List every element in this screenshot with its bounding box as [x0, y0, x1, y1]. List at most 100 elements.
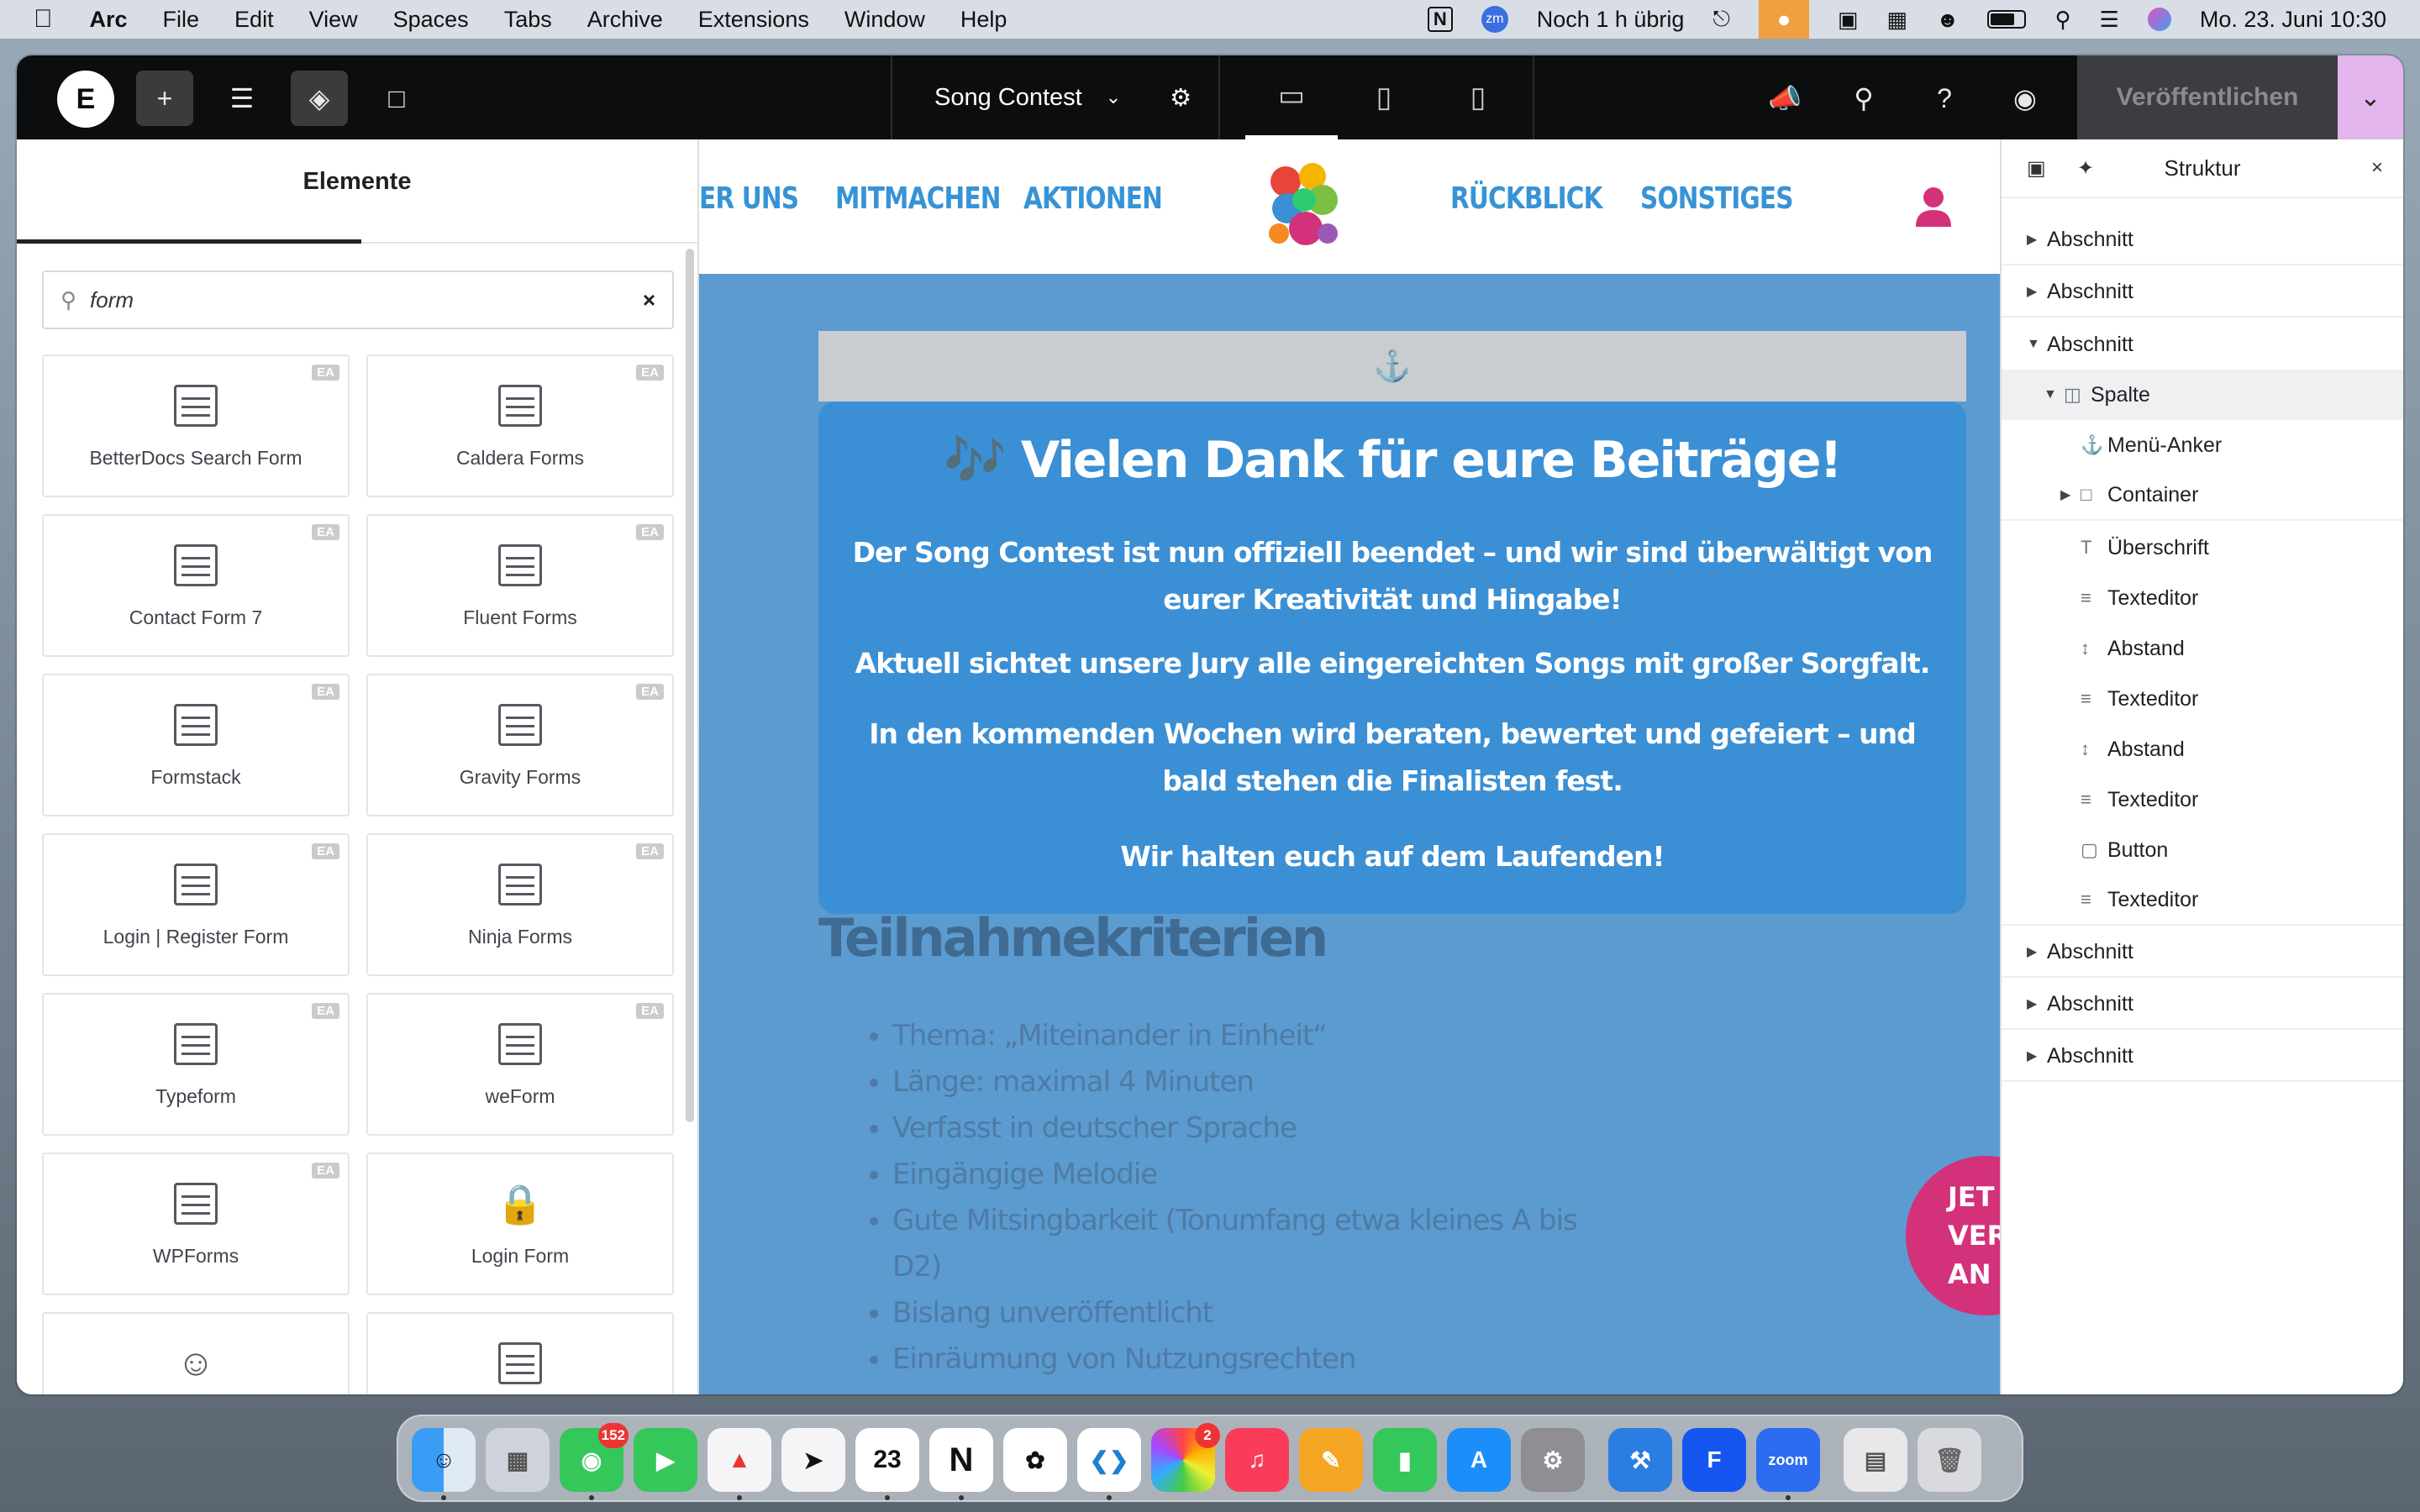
structure-item-abschnitt[interactable]: ▶ Abschnitt	[2002, 1032, 2403, 1082]
structure-item-abschnitt[interactable]: ▶ Abschnitt	[2002, 267, 2403, 318]
caret-right-icon[interactable]: ▶	[2027, 995, 2047, 1012]
widget-partial-1[interactable]: ☺	[42, 1312, 350, 1394]
site-settings-button[interactable]: ☰	[213, 71, 271, 126]
airpods-icon[interactable]: ⎋	[1712, 6, 1730, 33]
comments-button[interactable]: □	[368, 71, 425, 126]
app-store-icon[interactable]: A	[1447, 1428, 1511, 1492]
structure-item-abschnitt[interactable]: ▶ Abschnitt	[2002, 927, 2403, 978]
menu-help[interactable]: Help	[960, 7, 1007, 33]
widget-search-input[interactable]: ⚲ form ×	[42, 270, 674, 329]
menu-archive[interactable]: Archive	[587, 7, 663, 33]
structure-item-texteditor[interactable]: ≡ Texteditor	[2002, 875, 2403, 926]
widget-caldera-forms[interactable]: EA Caldera Forms	[366, 354, 674, 497]
menu-spaces[interactable]: Spaces	[393, 7, 469, 33]
trash-icon[interactable]: 🗑	[1918, 1428, 1981, 1492]
structure-button[interactable]: ◈	[291, 71, 348, 126]
calendar-icon[interactable]: 23	[855, 1428, 919, 1492]
vscode-icon[interactable]: ❮❯	[1077, 1428, 1141, 1492]
elementor-logo-icon[interactable]: E	[57, 71, 114, 128]
zoom-status-icon[interactable]: zm	[1481, 6, 1508, 33]
desktop-view-button[interactable]: ▭	[1245, 55, 1338, 139]
nav-item-rueckblick[interactable]: RÜCKBLICK	[1450, 181, 1603, 216]
widget-gravity-forms[interactable]: EA Gravity Forms	[366, 674, 674, 816]
caret-down-icon[interactable]: ▼	[2044, 387, 2064, 402]
control-center-icon[interactable]: ☰	[2100, 7, 2119, 33]
numbers-icon[interactable]: ▮	[1373, 1428, 1437, 1492]
structure-item-container[interactable]: ▶ □ Container	[2002, 470, 2403, 521]
battery-time-text[interactable]: Noch 1 h übrig	[1537, 7, 1685, 33]
structure-item-button[interactable]: ▢ Button	[2002, 825, 2403, 875]
telegram-send-icon[interactable]: ➤	[781, 1428, 845, 1492]
structure-item-texteditor[interactable]: ≡ Texteditor	[2002, 573, 2403, 623]
photos-icon[interactable]: 2	[1151, 1423, 1220, 1492]
help-button[interactable]: ?	[1916, 71, 1973, 126]
widget-betterdocs-search-form[interactable]: EA BetterDocs Search Form	[42, 354, 350, 497]
documents-stack-icon[interactable]: ▤	[1844, 1428, 1907, 1492]
finder-search-button[interactable]: ⚲	[1835, 71, 1892, 126]
page-settings-gear-icon[interactable]: ⚙	[1170, 83, 1192, 113]
widget-login-register-form[interactable]: EA Login | Register Form	[42, 833, 350, 976]
widget-weform[interactable]: EA weForm	[366, 993, 674, 1136]
structure-item-abstand[interactable]: ↕ Abstand	[2002, 623, 2403, 674]
caret-down-icon[interactable]: ▼	[2027, 337, 2047, 352]
structure-item-abstand[interactable]: ↕ Abstand	[2002, 724, 2403, 774]
structure-item-ueberschrift[interactable]: T Überschrift	[2002, 522, 2403, 573]
messages-icon[interactable]: ◉ 152	[560, 1423, 629, 1492]
structure-item-texteditor[interactable]: ≡ Texteditor	[2002, 674, 2403, 724]
add-element-button[interactable]: +	[136, 71, 193, 126]
notion-icon[interactable]: N	[929, 1428, 993, 1492]
widget-contact-form-7[interactable]: EA Contact Form 7	[42, 514, 350, 657]
caret-right-icon[interactable]: ▶	[2027, 231, 2047, 248]
menubar-app-name[interactable]: Arc	[90, 7, 128, 33]
system-settings-icon[interactable]: ⚙	[1521, 1428, 1585, 1492]
widget-login-form[interactable]: 🔒 Login Form	[366, 1152, 674, 1295]
structure-item-texteditor[interactable]: ≡ Texteditor	[2002, 774, 2403, 825]
battery-icon[interactable]	[1987, 10, 2027, 29]
structure-item-abschnitt[interactable]: ▶ Abschnitt	[2002, 215, 2403, 265]
structure-item-menu-anker[interactable]: ⚓ Menü-Anker	[2002, 420, 2403, 470]
document-title-dropdown[interactable]: Song Contest ⌄ ⚙	[891, 55, 1220, 139]
menubar-datetime[interactable]: Mo. 23. Juni 10:30	[2200, 7, 2386, 33]
caret-right-icon[interactable]: ▶	[2060, 486, 2081, 503]
nav-item-ueber-uns[interactable]: ER UNS	[699, 181, 799, 216]
cta-circle-button[interactable]: JET VERA AN	[1906, 1156, 2000, 1315]
user-account-icon[interactable]: ☻	[1936, 7, 1959, 33]
caret-right-icon[interactable]: ▶	[2027, 1047, 2047, 1064]
site-logo[interactable]	[1262, 156, 1343, 255]
menu-file[interactable]: File	[163, 7, 200, 33]
widget-fluent-forms[interactable]: EA Fluent Forms	[366, 514, 674, 657]
clear-search-icon[interactable]: ×	[643, 287, 655, 313]
spotlight-search-icon[interactable]: ⚲	[2054, 7, 2070, 33]
caret-right-icon[interactable]: ▶	[2027, 943, 2047, 960]
nav-item-aktionen[interactable]: AKTIONEN	[1023, 181, 1163, 216]
chatgpt-icon[interactable]: ✿	[1003, 1428, 1067, 1492]
close-icon[interactable]: ×	[2371, 156, 2383, 180]
music-icon[interactable]: ♫	[1225, 1428, 1289, 1492]
structure-item-abschnitt[interactable]: ▶ Abschnitt	[2002, 979, 2403, 1030]
finder-icon[interactable]: ☺	[412, 1428, 476, 1492]
widget-wpforms[interactable]: EA WPForms	[42, 1152, 350, 1295]
apple-icon[interactable]: 	[34, 5, 53, 34]
xcode-instruments-icon[interactable]: ⚒	[1608, 1428, 1672, 1492]
display-icon[interactable]: ▣	[1838, 7, 1859, 33]
notion-status-icon[interactable]: N	[1427, 7, 1453, 32]
zoom-icon[interactable]: zoom	[1756, 1428, 1820, 1492]
structure-item-spalte[interactable]: ▼ ◫ Spalte	[2002, 370, 2403, 420]
menu-extensions[interactable]: Extensions	[698, 7, 809, 33]
nav-item-mitmachen[interactable]: MITMACHEN	[835, 181, 1001, 216]
structure-item-abschnitt[interactable]: ▼ Abschnitt	[2002, 319, 2403, 370]
framer-icon[interactable]: F	[1682, 1428, 1746, 1492]
tablet-view-button[interactable]: ▯	[1338, 55, 1430, 139]
menu-view[interactable]: View	[309, 7, 358, 33]
pages-icon[interactable]: ✎	[1299, 1428, 1363, 1492]
widget-formstack[interactable]: EA Formstack	[42, 674, 350, 816]
menu-edit[interactable]: Edit	[234, 7, 274, 33]
thank-you-container[interactable]: 🎶 Vielen Dank für eure Beiträge! Der Son…	[818, 402, 1966, 914]
widget-partial-2[interactable]	[366, 1312, 674, 1394]
mobile-view-button[interactable]: ▯	[1432, 55, 1524, 139]
caret-right-icon[interactable]: ▶	[2027, 283, 2047, 300]
publish-button[interactable]: Veröffentlichen	[2077, 55, 2338, 139]
publish-options-button[interactable]: ⌄	[2338, 55, 2403, 139]
user-account-icon[interactable]	[1916, 186, 1951, 227]
memory-icon[interactable]: ▦	[1887, 7, 1908, 33]
